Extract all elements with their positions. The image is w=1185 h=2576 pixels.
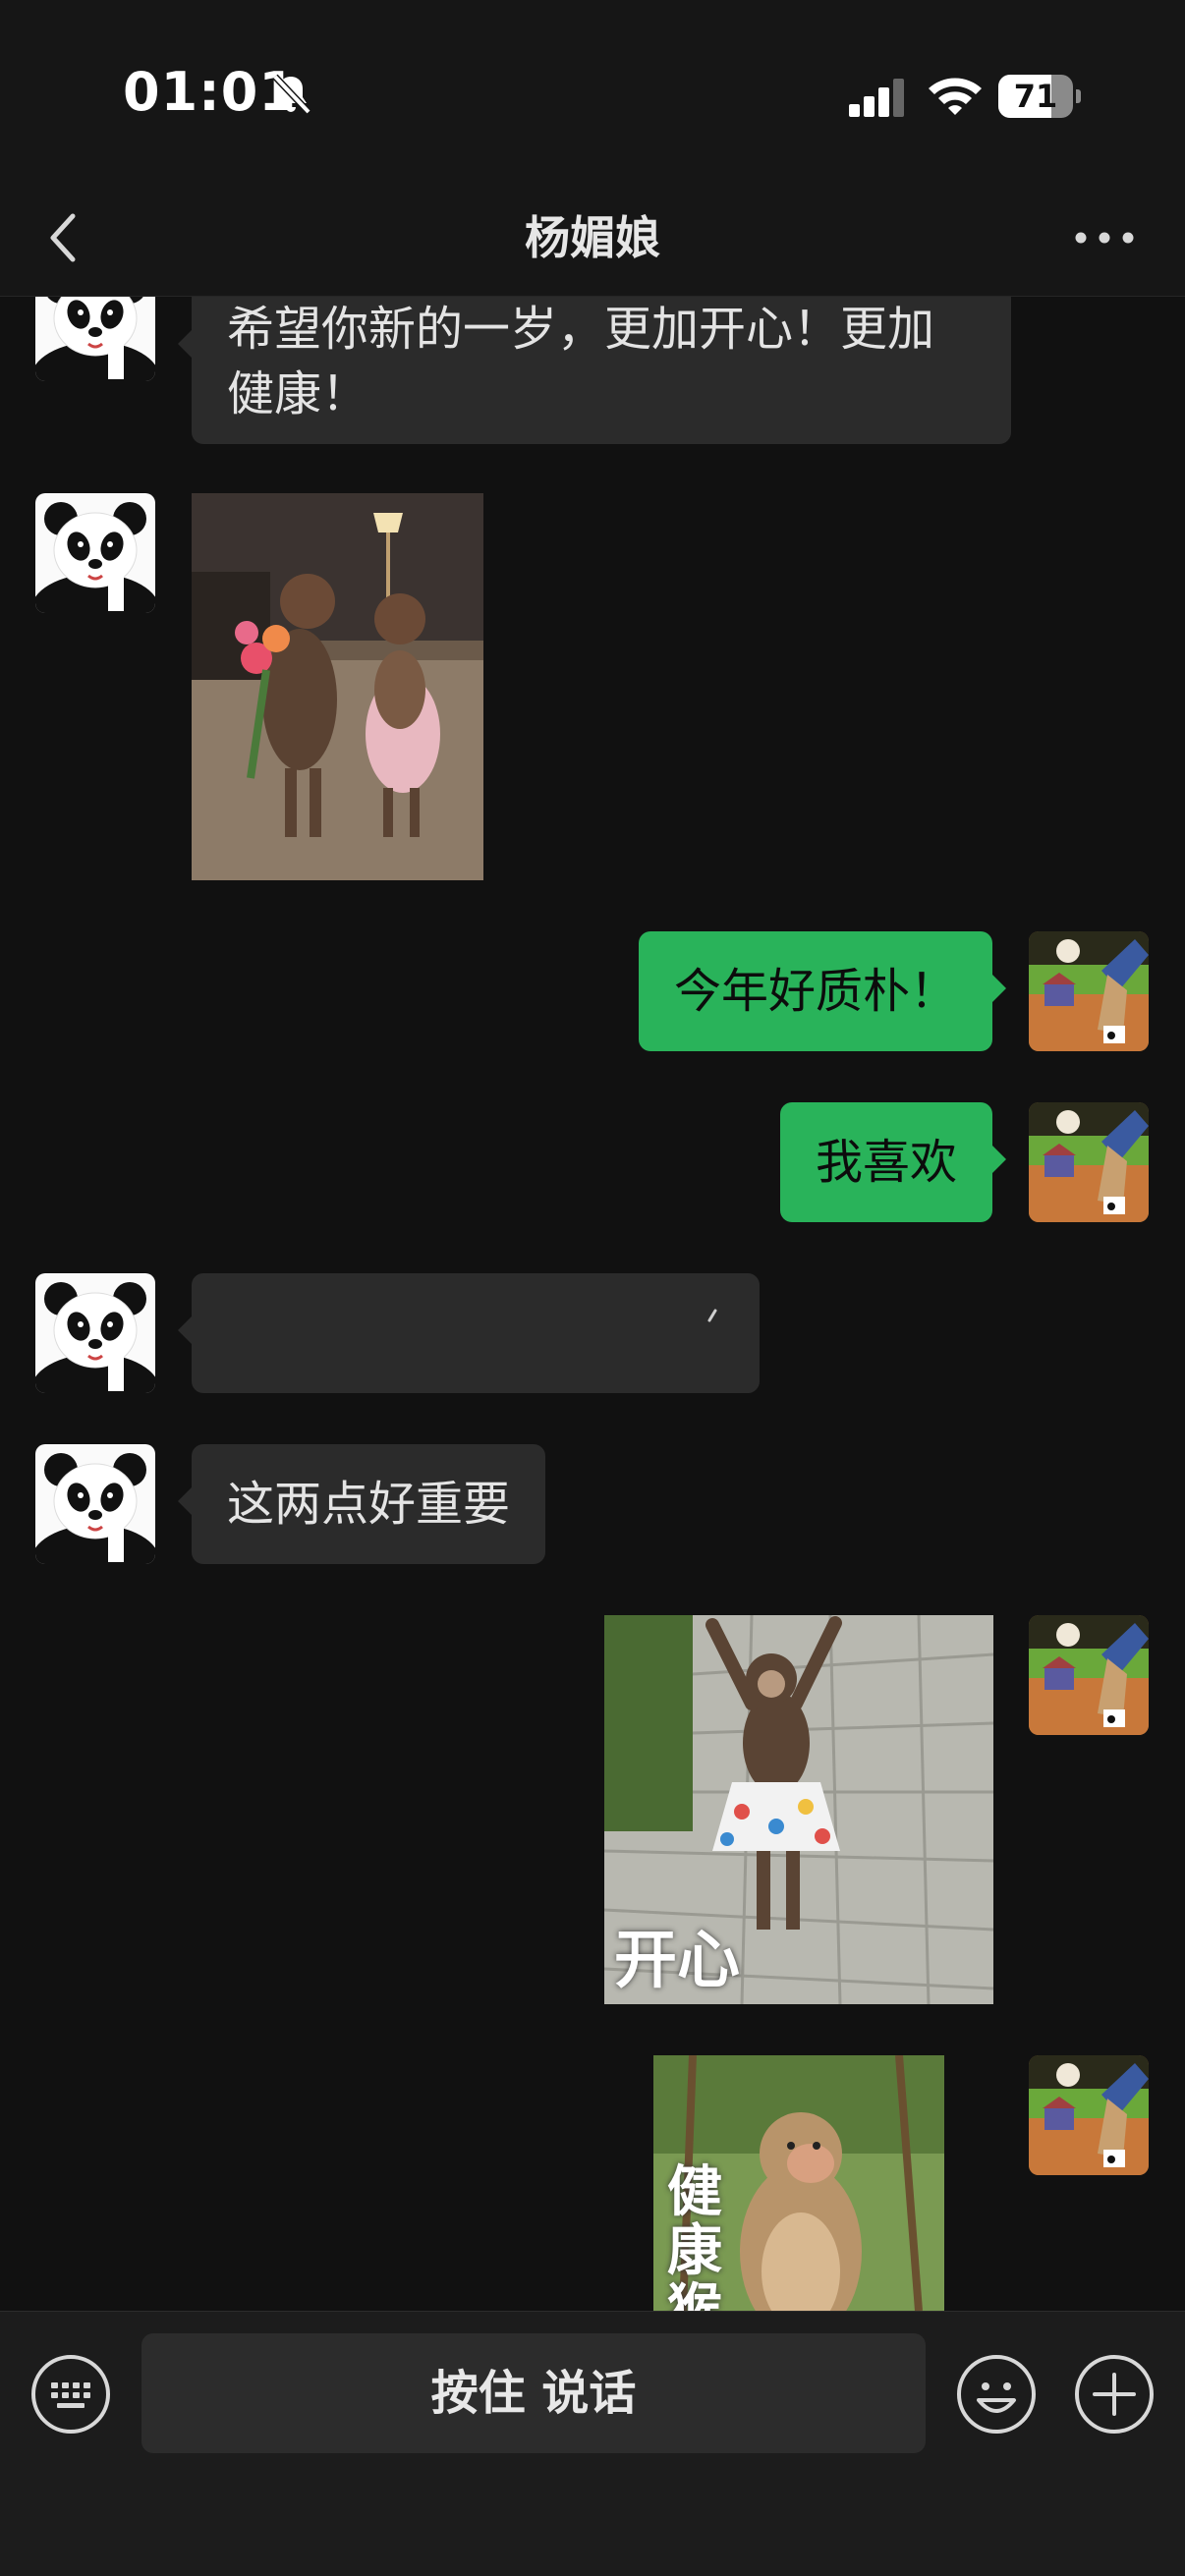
chat-header: 杨媚娘: [0, 187, 1185, 297]
contact-avatar[interactable]: [35, 1273, 155, 1393]
battery-percent: 71: [1013, 78, 1058, 115]
chat-screen: 01:01 71 杨媚娘 希望你新的一岁，更加开心！更加健康！ 今年好质朴！ 我…: [0, 0, 1185, 2576]
message-bubble-outgoing[interactable]: 今年好质朴！: [638, 931, 1007, 1051]
ellipsis-icon[interactable]: [1071, 216, 1138, 259]
contact-avatar[interactable]: [35, 297, 155, 381]
sticker-caption: 健康猴: [667, 2160, 722, 2312]
message-bubble-incoming[interactable]: [178, 1273, 760, 1393]
message-text: 今年好质朴！: [673, 964, 957, 1019]
contact-avatar[interactable]: [35, 1444, 155, 1564]
input-bar: 按住 说话: [0, 2311, 1185, 2576]
hold-to-talk-button[interactable]: 按住 说话: [141, 2333, 926, 2453]
user-avatar[interactable]: [1029, 931, 1149, 1051]
sticker-healthy-monkey[interactable]: 健康猴: [653, 2055, 944, 2311]
battery-indicator: 71: [998, 75, 1081, 118]
tiny-mark-icon: [707, 1309, 717, 1322]
contact-avatar[interactable]: [35, 493, 155, 613]
message-bubble-outgoing[interactable]: 我喜欢: [779, 1102, 1007, 1222]
plus-circle-icon[interactable]: [1073, 2353, 1156, 2436]
message-text: 这两点好重要: [227, 1477, 511, 1532]
sticker-happy-monkey[interactable]: 开心: [604, 1615, 993, 2004]
cellular-signal-icon: [849, 79, 904, 117]
message-list[interactable]: 希望你新的一岁，更加开心！更加健康！ 今年好质朴！ 我喜欢 这两点好重要 开心 …: [0, 297, 1185, 2311]
wifi-icon: [929, 78, 982, 115]
message-text: 希望你新的一岁，更加开心！更加健康！: [227, 302, 935, 421]
emoji-icon[interactable]: [955, 2353, 1038, 2436]
user-avatar[interactable]: [1029, 2055, 1149, 2175]
status-bar: 01:01 71: [0, 0, 1185, 187]
bell-slash-icon: [272, 74, 311, 115]
keyboard-icon[interactable]: [29, 2353, 112, 2436]
user-avatar[interactable]: [1029, 1615, 1149, 1735]
chat-title: 杨媚娘: [525, 211, 660, 264]
sticker-monkeys-flowers[interactable]: [192, 493, 483, 880]
sticker-caption: 开心: [614, 1925, 740, 1997]
user-avatar[interactable]: [1029, 1102, 1149, 1222]
message-bubble-incoming[interactable]: 希望你新的一岁，更加开心！更加健康！: [178, 297, 1011, 444]
message-text: 我喜欢: [815, 1135, 957, 1190]
message-bubble-incoming[interactable]: 这两点好重要: [177, 1444, 546, 1564]
